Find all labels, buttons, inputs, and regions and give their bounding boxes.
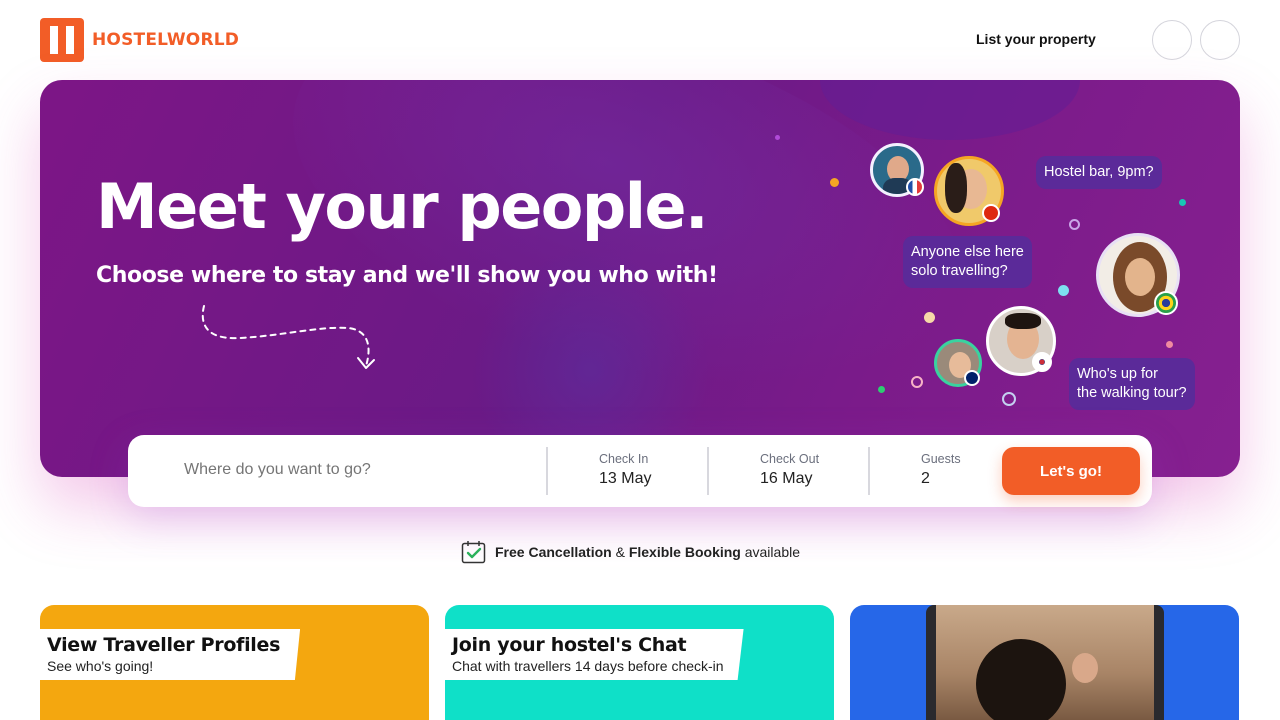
card-subtitle: See who's going! xyxy=(47,658,154,674)
guests-value: 2 xyxy=(921,470,930,487)
hostelworld-logo-icon xyxy=(40,18,84,62)
chat-bubble-line: the walking tour? xyxy=(1077,385,1187,401)
photo-card[interactable] xyxy=(850,605,1239,720)
person-image xyxy=(1072,653,1098,683)
card-label: View Traveller Profiles See who's going! xyxy=(40,629,301,680)
guests-field[interactable]: Guests 2 xyxy=(921,452,961,488)
brazil-flag-icon xyxy=(1154,291,1178,315)
hostel-chat-card[interactable]: Join your hostel's Chat Chat with travel… xyxy=(445,605,834,720)
check-out-label: Check Out xyxy=(760,452,820,466)
check-in-value: 13 May xyxy=(599,470,652,487)
south-korea-flag-icon xyxy=(1032,352,1052,372)
chat-bubble: Who's up for the walking tour? xyxy=(1069,358,1195,410)
chat-bubble-line: Who's up for xyxy=(1077,366,1158,382)
search-bar: Check In 13 May Check Out 16 May Guests … xyxy=(128,435,1152,507)
card-label: Join your hostel's Chat Chat with travel… xyxy=(445,629,744,680)
site-header: HOSTELWORLD List your property xyxy=(0,0,1280,80)
china-flag-icon xyxy=(982,204,1000,222)
traveller-profiles-card[interactable]: View Traveller Profiles See who's going! xyxy=(40,605,429,720)
person-image xyxy=(976,639,1066,720)
cancellation-note: Free Cancellation & Flexible Booking ava… xyxy=(461,540,800,564)
calendar-check-icon xyxy=(461,541,486,564)
ampersand-text: & xyxy=(611,544,629,560)
chat-bubble-line: Anyone else here xyxy=(911,244,1024,260)
australia-flag-icon xyxy=(964,370,980,386)
card-title: Join your hostel's Chat xyxy=(452,634,687,656)
available-text: available xyxy=(740,544,800,560)
flexible-booking-text: Flexible Booking xyxy=(628,544,741,560)
account-circle-icon[interactable] xyxy=(1152,20,1192,60)
check-in-label: Check In xyxy=(599,452,649,466)
search-submit-button[interactable]: Let's go! xyxy=(1002,447,1140,495)
chat-bubble: Anyone else here solo travelling? xyxy=(903,236,1032,288)
check-out-field[interactable]: Check Out 16 May xyxy=(760,452,819,488)
dashed-arrow-icon xyxy=(201,305,375,369)
list-your-property-link[interactable]: List your property xyxy=(976,31,1096,47)
hero-subtitle: Choose where to stay and we'll show you … xyxy=(96,263,718,288)
brand-name: HOSTELWORLD xyxy=(92,30,240,50)
guests-label: Guests xyxy=(921,452,961,466)
france-flag-icon xyxy=(906,178,924,196)
card-subtitle: Chat with travellers 14 days before chec… xyxy=(452,658,724,674)
card-title: View Traveller Profiles xyxy=(47,634,281,656)
check-in-field[interactable]: Check In 13 May xyxy=(599,452,651,488)
chat-bubble: Hostel bar, 9pm? xyxy=(1036,156,1162,189)
hero-banner: Meet your people. Choose where to stay a… xyxy=(40,80,1240,477)
check-out-value: 16 May xyxy=(760,470,813,487)
menu-circle-icon[interactable] xyxy=(1200,20,1240,60)
photo-image xyxy=(936,605,1154,720)
chat-bubble-line: solo travelling? xyxy=(911,263,1008,279)
phone-mockup xyxy=(926,605,1164,720)
hero-title: Meet your people. xyxy=(96,170,709,243)
hostelworld-logo[interactable]: HOSTELWORLD xyxy=(40,18,239,62)
destination-search-input[interactable] xyxy=(184,461,524,479)
free-cancellation-text: Free Cancellation xyxy=(495,544,612,560)
